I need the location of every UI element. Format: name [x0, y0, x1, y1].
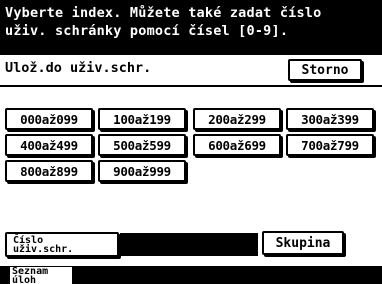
index-button-100-199[interactable]: 100až199: [98, 108, 186, 130]
index-button-800-899[interactable]: 800až899: [5, 160, 93, 182]
index-button-900-999[interactable]: 900až999: [98, 160, 186, 182]
box-number-field[interactable]: [120, 233, 258, 256]
box-number-label: Číslo uživ.schr.: [13, 235, 74, 255]
box-number-button[interactable]: Číslo uživ.schr.: [5, 232, 119, 257]
index-button-300-399[interactable]: 300až399: [286, 108, 374, 130]
index-button-200-299[interactable]: 200až299: [193, 108, 281, 130]
instruction-text: Vyberte index. Můžete také zadat číslo u…: [5, 4, 379, 40]
instruction-line-1: Vyberte index. Můžete také zadat číslo: [5, 5, 322, 21]
box-number-label-line2: uživ.schr.: [13, 243, 74, 255]
instruction-header: Vyberte index. Můžete také zadat číslo u…: [0, 0, 382, 55]
cancel-button[interactable]: Storno: [288, 59, 362, 81]
index-button-700-799[interactable]: 700až799: [286, 134, 374, 156]
instruction-line-2: uživ. schránky pomocí čísel [0-9].: [5, 23, 289, 39]
group-button[interactable]: Skupina: [262, 231, 344, 255]
index-button-500-599[interactable]: 500až599: [98, 134, 186, 156]
index-button-400-499[interactable]: 400až499: [5, 134, 93, 156]
screen-title: Ulož.do uživ.schr.: [5, 60, 152, 76]
index-button-000-099[interactable]: 000až099: [5, 108, 93, 130]
job-list-tab[interactable]: Seznam úloh: [9, 266, 73, 284]
job-list-tab-line2: úloh: [12, 275, 37, 284]
index-button-600-699[interactable]: 600až699: [193, 134, 281, 156]
